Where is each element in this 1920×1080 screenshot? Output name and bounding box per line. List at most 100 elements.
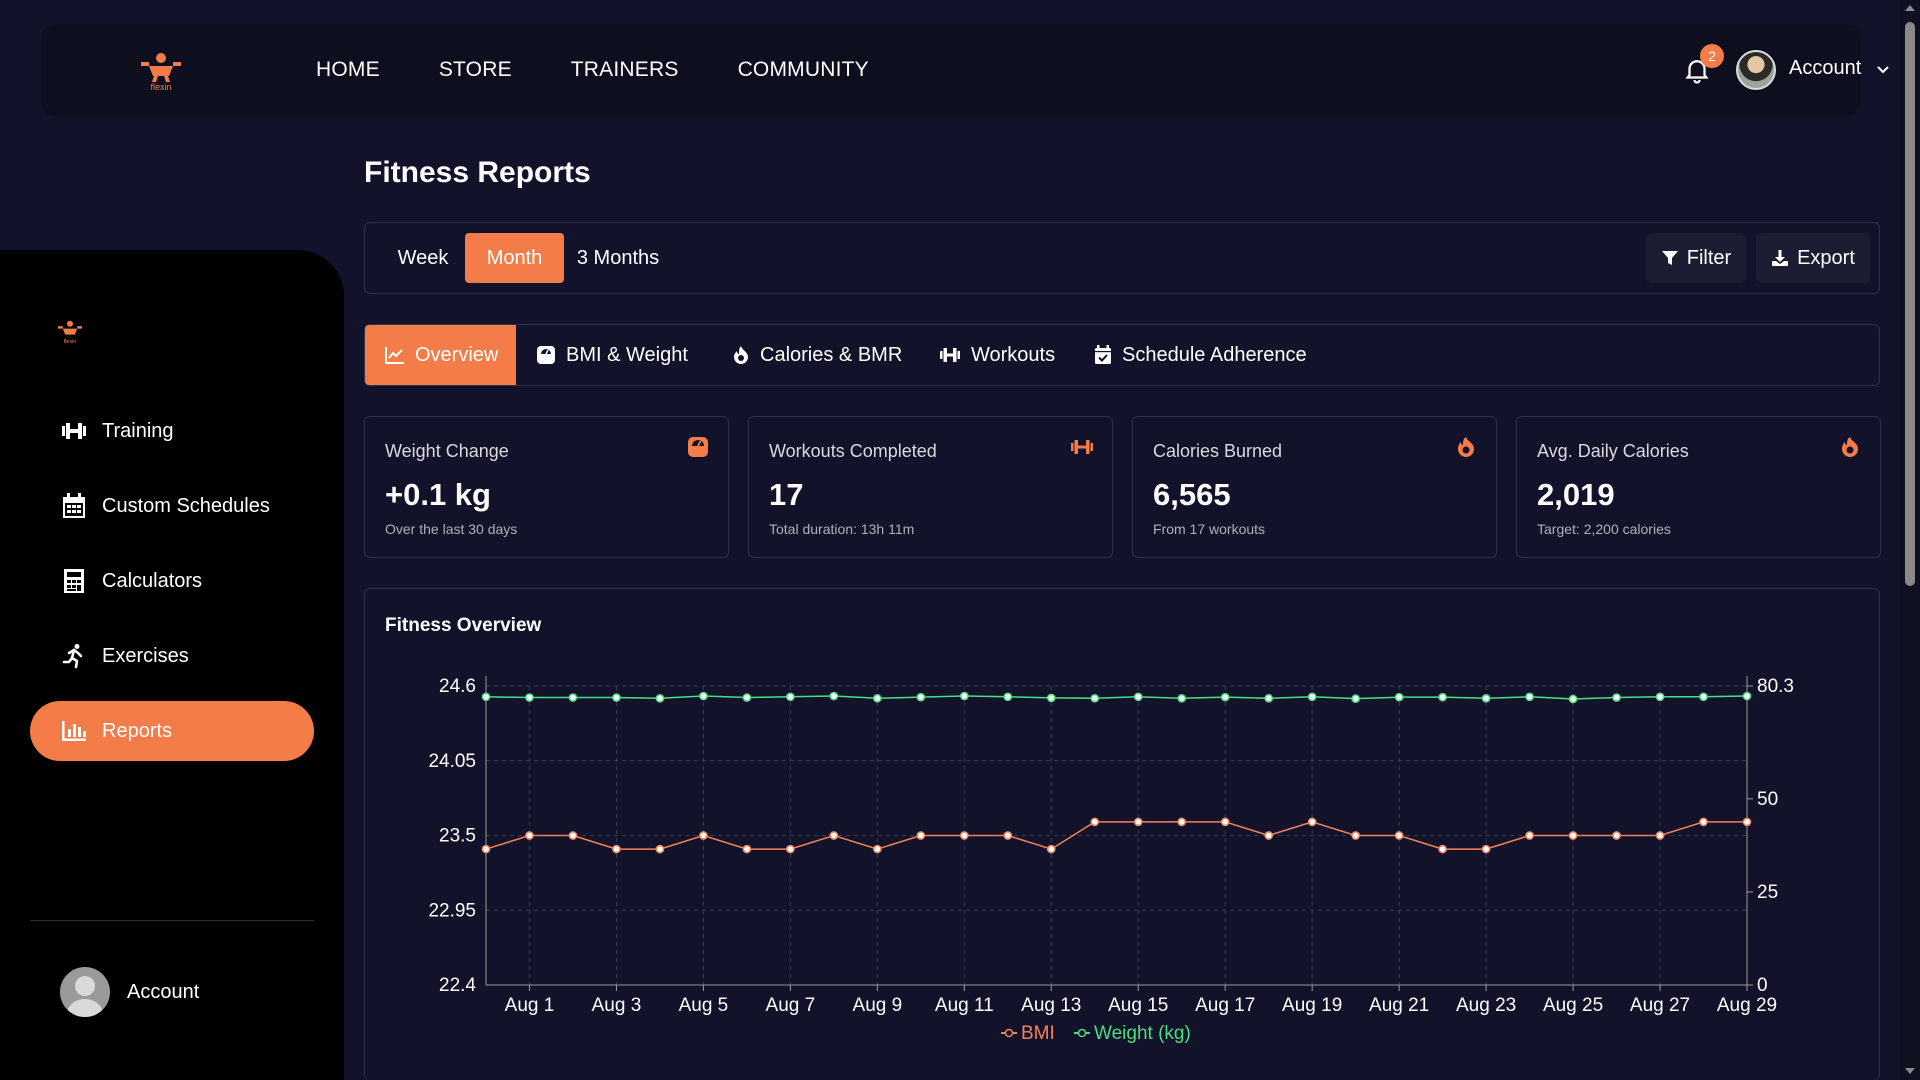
x-tick-label: Aug 1 (505, 995, 555, 1016)
data-point-bmi (1046, 844, 1056, 854)
data-point-weight (1177, 693, 1187, 703)
data-point-bmi (786, 844, 795, 854)
filter-icon (1661, 251, 1678, 265)
card-subtitle: Total duration: 13h 11m (769, 521, 915, 537)
tab-calories-bmr[interactable]: Calories & BMR (732, 325, 902, 385)
sidebar-item-label: Custom Schedules (102, 494, 270, 517)
sidebar-item-exercises[interactable]: Exercises (30, 626, 314, 686)
sidebar-item-label: Reports (102, 719, 173, 742)
y-right-tick-label: 80.3 (1757, 676, 1794, 697)
period-3-months-button[interactable]: 3 Months (569, 233, 667, 283)
nav-trainers-link[interactable]: TRAINERS (571, 58, 679, 82)
data-point-weight (699, 691, 708, 701)
data-point-weight (525, 693, 534, 702)
tab-workouts[interactable]: Workouts (939, 325, 1055, 385)
data-point-weight (612, 693, 621, 702)
fitness-overview-chart: 24.6 24.05 23.5 22.95 22.4 80.3 50 25 0 Aug 1 Aug … (428, 676, 1794, 1044)
data-point-bmi (699, 831, 708, 840)
series-line-bmi (485, 821, 1747, 850)
data-point-bmi (959, 831, 969, 840)
x-tick-label: Aug 15 (1108, 995, 1168, 1016)
legend-marker-weight (1077, 1028, 1087, 1038)
y-right-tick-label: 0 (1757, 975, 1768, 996)
fire-icon (734, 346, 748, 364)
scroll-down-arrow-icon[interactable] (1904, 1066, 1916, 1076)
sidebar-item-custom-schedules[interactable]: Custom Schedules (30, 476, 314, 536)
sidebar-item-reports[interactable]: Reports (30, 701, 314, 761)
tab-bmi-weight[interactable]: BMI & Weight (536, 325, 688, 385)
data-point-weight (1568, 694, 1578, 704)
filter-button[interactable]: Filter (1646, 233, 1746, 283)
data-point-bmi (1481, 844, 1491, 854)
data-point-bmi (1307, 817, 1317, 827)
nav-community-link[interactable]: COMMUNITY (738, 58, 869, 82)
tab-schedule-adherence[interactable]: Schedule Adherence (1094, 325, 1307, 385)
avatar[interactable] (1736, 50, 1776, 90)
sidebar-item-training[interactable]: Training (30, 401, 314, 461)
x-tick-label: Aug 29 (1717, 995, 1777, 1016)
data-point-weight (786, 692, 795, 702)
export-button[interactable]: Export (1756, 233, 1870, 283)
calendar-check-icon (1095, 345, 1111, 364)
nav-home-link[interactable]: HOME (316, 58, 380, 82)
scroll-up-arrow-icon[interactable] (1904, 3, 1916, 13)
y-left-tick-label: 24.6 (439, 676, 476, 697)
report-tabs: Overview BMI & Weight Calories & BMR Wor… (364, 324, 1880, 386)
data-point-bmi (1133, 817, 1143, 827)
data-point-weight (916, 692, 926, 702)
account-menu-label[interactable]: Account (1789, 57, 1861, 80)
card-value: 17 (769, 477, 804, 512)
data-point-bmi (1612, 831, 1621, 840)
period-selector: Week Month 3 Months Filter Export (364, 222, 1880, 294)
export-label: Export (1797, 246, 1855, 269)
page-scrollbar[interactable] (1900, 0, 1920, 1080)
nav-store-link[interactable]: STORE (439, 58, 512, 82)
legend-marker-bmi (1004, 1028, 1014, 1038)
sidebar-account[interactable]: Account (60, 967, 199, 1017)
data-point-weight (872, 693, 882, 703)
data-point-weight (1090, 693, 1100, 703)
card-title: Weight Change (385, 441, 509, 461)
filter-label: Filter (1686, 246, 1732, 269)
data-point-bmi (916, 831, 926, 840)
scale-icon (688, 437, 708, 457)
data-point-weight (829, 691, 839, 701)
nav-links: HOME STORE TRAINERS COMMUNITY (316, 24, 928, 116)
dumbbell-icon (940, 348, 960, 362)
scrollbar-thumb[interactable] (1905, 22, 1915, 586)
stat-card-weight-change: Weight Change +0.1 kg Over the last 30 d… (364, 416, 729, 558)
running-icon (60, 642, 88, 670)
sidebar-divider (30, 920, 314, 921)
data-point-weight (1351, 694, 1361, 704)
data-point-bmi (525, 831, 534, 840)
tab-overview[interactable]: Overview (365, 325, 516, 385)
chevron-down-icon[interactable] (1875, 62, 1891, 78)
data-point-bmi (612, 844, 621, 854)
flexin-logo[interactable]: flexin (131, 48, 191, 92)
data-point-weight (1307, 692, 1317, 702)
card-value: 2,019 (1537, 477, 1615, 512)
tab-label: Schedule Adherence (1122, 343, 1307, 366)
x-tick-label: Aug 3 (592, 995, 642, 1016)
data-point-weight (1525, 692, 1534, 702)
data-point-bmi (1003, 831, 1013, 840)
period-week-button[interactable]: Week (375, 233, 471, 283)
x-tick-label: Aug 9 (853, 995, 903, 1016)
fitness-overview-panel: Fitness Overview 24.6 24.05 23.5 22.95 22.4 8… (364, 588, 1880, 1080)
tab-label: BMI & Weight (566, 343, 688, 366)
period-month-button[interactable]: Month (465, 233, 564, 283)
flexin-logo[interactable]: flexin (52, 315, 88, 347)
y-left-tick-label: 22.95 (428, 900, 476, 921)
sidebar-item-calculators[interactable]: Calculators (30, 551, 314, 611)
data-point-weight (568, 693, 578, 702)
data-point-weight (1394, 692, 1404, 702)
data-point-weight (1438, 692, 1447, 702)
fire-icon (1842, 437, 1858, 457)
x-tick-label: Aug 21 (1369, 995, 1429, 1016)
x-tick-label: Aug 19 (1282, 995, 1342, 1016)
fire-icon (1458, 437, 1474, 457)
dumbbell-icon (1071, 440, 1093, 454)
stat-card-avg-daily-calories: Avg. Daily Calories 2,019 Target: 2,200 … (1516, 416, 1881, 558)
series-line-weight (485, 695, 1748, 700)
sidebar-account-label: Account (127, 980, 200, 1003)
